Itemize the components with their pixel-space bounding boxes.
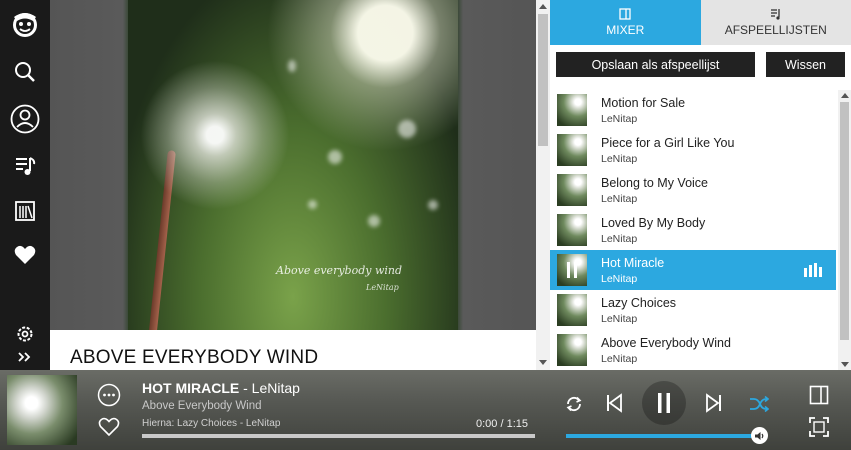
scroll-thumb[interactable] — [538, 14, 548, 146]
now-playing-song: HOT MIRACLE - LeNitap — [142, 380, 300, 396]
profile-icon[interactable] — [10, 104, 40, 134]
mixer-icon — [619, 8, 631, 20]
music-library-icon[interactable] — [10, 151, 40, 181]
track-title: Piece for a Girl Like You — [601, 136, 735, 150]
progress-bar[interactable] — [142, 434, 535, 438]
track-artist: LeNitap — [601, 113, 638, 125]
scroll-thumb[interactable] — [840, 102, 849, 340]
art-caption-artist: LeNitap — [366, 283, 399, 292]
toggle-panel-icon[interactable] — [807, 383, 831, 407]
pause-button[interactable] — [642, 381, 686, 425]
repeat-icon[interactable] — [562, 392, 586, 416]
now-playing-title: HOT MIRACLE — [142, 380, 240, 396]
track-thumbnail — [557, 214, 587, 246]
track-artist: LeNitap — [601, 273, 638, 285]
queue-scrollbar[interactable] — [838, 90, 851, 370]
fullscreen-icon[interactable] — [807, 415, 831, 439]
music-app: Above everybody wind LeNitap ABOVE EVERY… — [0, 0, 851, 450]
expand-chevrons-icon[interactable] — [10, 347, 40, 367]
now-playing-cover[interactable] — [7, 375, 77, 445]
queue-panel: MIXER AFSPEELLIJSTEN Opslaan als afspeel… — [550, 0, 851, 370]
gear-icon[interactable] — [10, 319, 40, 349]
now-playing-artist: - LeNitap — [239, 380, 300, 396]
art-caption: Above everybody wind — [276, 264, 403, 277]
track-thumbnail — [557, 134, 587, 166]
queue-track-playing[interactable]: Hot Miracle LeNitap — [550, 250, 836, 290]
queue-track[interactable]: Belong to My Voice LeNitap — [550, 170, 836, 210]
album-art: Above everybody wind LeNitap — [128, 0, 458, 330]
track-title: Hot Miracle — [601, 256, 665, 270]
track-title: Above Everybody Wind — [601, 336, 731, 350]
napster-logo-icon[interactable] — [10, 9, 40, 39]
previous-track-icon[interactable] — [602, 390, 626, 416]
tab-playlists-label: AFSPEELLIJSTEN — [724, 23, 827, 37]
track-artist: LeNitap — [601, 193, 638, 205]
album-art-backdrop: Above everybody wind LeNitap — [50, 0, 536, 330]
equalizer-icon — [804, 263, 822, 277]
queue-track[interactable]: Lazy Choices LeNitap — [550, 290, 836, 330]
track-title: Loved By My Body — [601, 216, 706, 230]
track-thumbnail — [557, 294, 587, 326]
search-icon[interactable] — [10, 57, 40, 87]
track-artist: LeNitap — [601, 313, 638, 325]
track-thumbnail — [557, 94, 587, 126]
queue-list: Motion for Sale LeNitap Piece for a Girl… — [550, 90, 851, 370]
player-bar: HOT MIRACLE - LeNitap Above Everybody Wi… — [0, 370, 851, 450]
track-thumbnail — [557, 174, 587, 206]
queue-track[interactable]: Above Everybody Wind LeNitap — [550, 330, 836, 370]
scroll-down-arrow-icon[interactable] — [841, 362, 849, 367]
track-title: Motion for Sale — [601, 96, 686, 110]
scroll-up-arrow-icon[interactable] — [841, 93, 849, 98]
album-content: Above everybody wind LeNitap ABOVE EVERY… — [50, 0, 536, 370]
pause-icon — [658, 393, 670, 413]
favorite-heart-icon[interactable] — [96, 414, 122, 440]
clear-button[interactable]: Wissen — [766, 52, 845, 77]
shuffle-icon[interactable] — [747, 392, 771, 416]
next-track-icon[interactable] — [702, 390, 726, 416]
heart-icon[interactable] — [10, 240, 40, 270]
queue-actions: Opslaan als afspeellijst Wissen — [550, 45, 851, 90]
tab-mixer-label: MIXER — [606, 23, 645, 37]
track-title: Belong to My Voice — [601, 176, 709, 190]
queue-track[interactable]: Motion for Sale LeNitap — [550, 90, 836, 130]
scroll-down-arrow-icon[interactable] — [539, 360, 547, 365]
track-artist: LeNitap — [601, 153, 638, 165]
volume-slider[interactable] — [566, 427, 768, 444]
album-title: ABOVE EVERYBODY WIND — [70, 347, 319, 368]
volume-fill — [566, 434, 760, 438]
track-thumbnail — [557, 334, 587, 366]
volume-speaker-icon[interactable] — [751, 427, 768, 444]
left-nav — [0, 0, 50, 370]
playlist-icon — [770, 9, 780, 20]
more-options-icon[interactable] — [96, 382, 122, 408]
track-artist: LeNitap — [601, 353, 638, 365]
track-title: Lazy Choices — [601, 296, 677, 310]
tab-playlists[interactable]: AFSPEELLIJSTEN — [700, 0, 851, 45]
panel-tabs: MIXER AFSPEELLIJSTEN — [550, 0, 851, 45]
queue-track[interactable]: Piece for a Girl Like You LeNitap — [550, 130, 836, 170]
scroll-up-arrow-icon[interactable] — [539, 4, 547, 9]
pause-icon[interactable] — [565, 262, 579, 278]
next-up-text: Hierna: Lazy Choices - LeNitap — [142, 418, 281, 429]
now-playing-album: Above Everybody Wind — [142, 400, 262, 412]
tab-mixer[interactable]: MIXER — [550, 0, 701, 45]
radio-icon[interactable] — [10, 196, 40, 226]
content-scrollbar[interactable] — [536, 0, 550, 370]
playback-time: 0:00 / 1:15 — [476, 418, 528, 430]
queue-track[interactable]: Loved By My Body LeNitap — [550, 210, 836, 250]
track-artist: LeNitap — [601, 233, 638, 245]
save-as-playlist-button[interactable]: Opslaan als afspeellijst — [556, 52, 755, 77]
